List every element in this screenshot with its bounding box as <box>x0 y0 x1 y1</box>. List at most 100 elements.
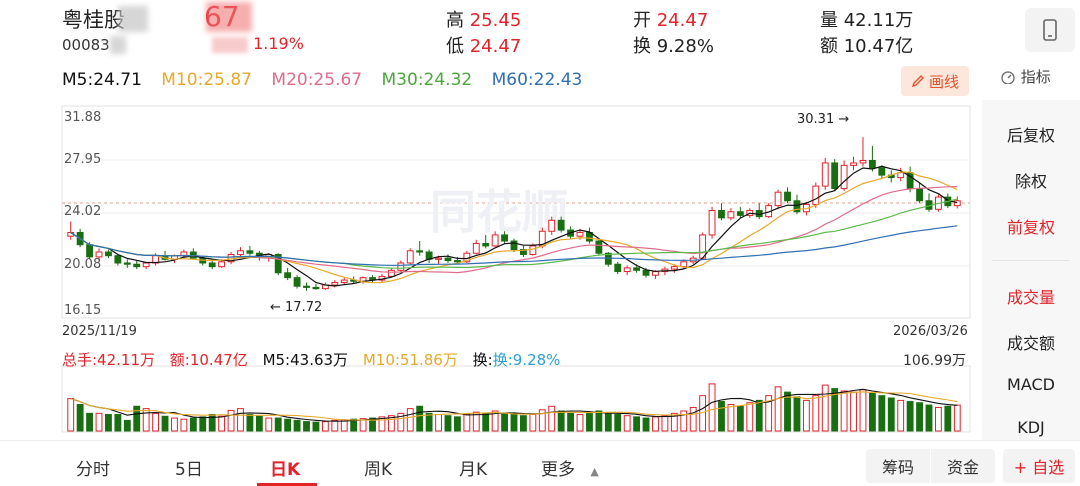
candle <box>340 279 348 284</box>
candle <box>303 285 310 288</box>
candle <box>416 250 424 253</box>
y-tick-label: 16.15 <box>64 303 102 318</box>
candle <box>878 167 886 176</box>
volume-bar <box>887 397 895 432</box>
stat-amount: 额 10.47亿 <box>820 36 914 57</box>
side-item-kdj[interactable]: KDJ <box>982 418 1080 440</box>
add-watchlist-button[interactable]: + 自选 <box>1003 449 1075 483</box>
candle <box>123 262 131 265</box>
volume-bar <box>953 404 961 432</box>
kline-chart[interactable]: 同花顺 <box>0 96 980 440</box>
volume-bar <box>142 408 150 432</box>
tab-5day[interactable]: 5日 <box>175 455 203 480</box>
y-tick-label: 31.88 <box>64 110 102 125</box>
volume-bar <box>133 405 141 432</box>
change-pct: 1.19% <box>212 34 304 53</box>
candle <box>293 277 301 287</box>
volume-bar <box>237 408 244 432</box>
volume-bar <box>453 416 461 432</box>
volume-bar <box>736 405 744 432</box>
volume-bar <box>444 415 452 432</box>
candle <box>953 200 961 207</box>
candle <box>501 234 508 242</box>
candle <box>652 271 659 276</box>
side-item-pre-adjust[interactable]: 前复权 <box>982 214 1080 238</box>
volume-bar <box>812 395 820 432</box>
volume-bar <box>840 390 848 432</box>
candle <box>218 261 226 268</box>
chips-button[interactable]: 筹码 <box>866 449 930 483</box>
candle <box>482 242 490 247</box>
candle <box>208 262 216 268</box>
volume-bar <box>284 418 292 432</box>
side-item-macd[interactable]: MACD <box>982 375 1080 394</box>
volume-bar <box>510 414 518 432</box>
volume-bar <box>576 414 584 432</box>
ma10-value: M10:25.87 <box>161 70 252 90</box>
volume-bar <box>614 414 622 432</box>
volume-bar <box>784 391 791 432</box>
volume-bar <box>227 409 235 432</box>
side-item-amount[interactable]: 成交额 <box>982 330 1080 354</box>
candle <box>491 234 499 247</box>
y-tick-label: 24.02 <box>64 204 102 219</box>
volume-bar <box>406 408 414 432</box>
candle <box>595 240 603 254</box>
volume-bar <box>623 415 631 432</box>
divider <box>992 260 1070 261</box>
candle <box>284 272 292 279</box>
tab-daily-k[interactable]: 日K <box>270 455 300 480</box>
volume-bar <box>501 412 508 432</box>
ma20-value: M20:25.67 <box>271 70 363 90</box>
volume-bar <box>708 383 716 432</box>
pencil-icon <box>911 75 924 88</box>
candle <box>397 262 405 271</box>
tab-monthly-k[interactable]: 月K <box>459 455 487 480</box>
stat-open: 开 24.47 <box>633 10 709 31</box>
indicator-button[interactable]: 指标 <box>1000 66 1051 87</box>
volume-bar <box>86 412 94 432</box>
x-start-date: 2025/11/19 <box>62 324 137 339</box>
candle <box>897 172 905 179</box>
stat-high: 高 25.45 <box>446 10 522 31</box>
candle <box>859 159 867 164</box>
watermark: 同花顺 <box>430 186 568 238</box>
privacy-blur <box>110 36 126 54</box>
volume-bar <box>114 414 122 432</box>
ma-legend: M5:24.71 M10:25.87 M20:25.67 M30:24.32 M… <box>62 70 596 90</box>
volume-bar <box>520 415 527 432</box>
candle <box>821 162 829 187</box>
side-item-post-adjust[interactable]: 后复权 <box>982 122 1080 146</box>
volume-bar <box>916 402 923 432</box>
volume-bar <box>878 395 886 432</box>
side-menu: 后复权 除权 前复权 成交量 成交额 MACD KDJ <box>982 100 1080 440</box>
landscape-toggle-button[interactable] <box>1025 8 1075 52</box>
side-item-ex-right[interactable]: 除权 <box>982 168 1080 192</box>
funds-button[interactable]: 资金 <box>931 449 995 483</box>
volume-bar <box>303 421 310 432</box>
candle <box>114 255 122 264</box>
tab-more[interactable]: 更多 ▲ <box>541 455 599 480</box>
candle <box>614 263 622 273</box>
volume-bar <box>331 419 339 432</box>
side-item-volume[interactable]: 成交量 <box>982 284 1080 308</box>
volume-bar <box>152 412 160 432</box>
privacy-blur <box>206 2 252 32</box>
candle <box>86 244 94 258</box>
stat-low: 低 24.47 <box>446 36 522 57</box>
volume-bar <box>661 415 669 432</box>
volume-bar <box>199 416 207 432</box>
candle <box>633 267 641 271</box>
tab-weekly-k[interactable]: 周K <box>364 455 392 480</box>
candle <box>406 250 414 264</box>
draw-line-button[interactable]: 画线 <box>901 66 969 96</box>
candle <box>670 266 678 270</box>
volume-bar <box>67 398 75 432</box>
volume-bar <box>755 399 763 432</box>
volume-bar <box>925 404 933 432</box>
tab-intraday[interactable]: 分时 <box>76 455 110 480</box>
candle <box>736 211 744 216</box>
volume-bar <box>425 412 433 432</box>
volume-bar <box>416 405 424 432</box>
caret-up-icon: ▲ <box>590 465 599 478</box>
